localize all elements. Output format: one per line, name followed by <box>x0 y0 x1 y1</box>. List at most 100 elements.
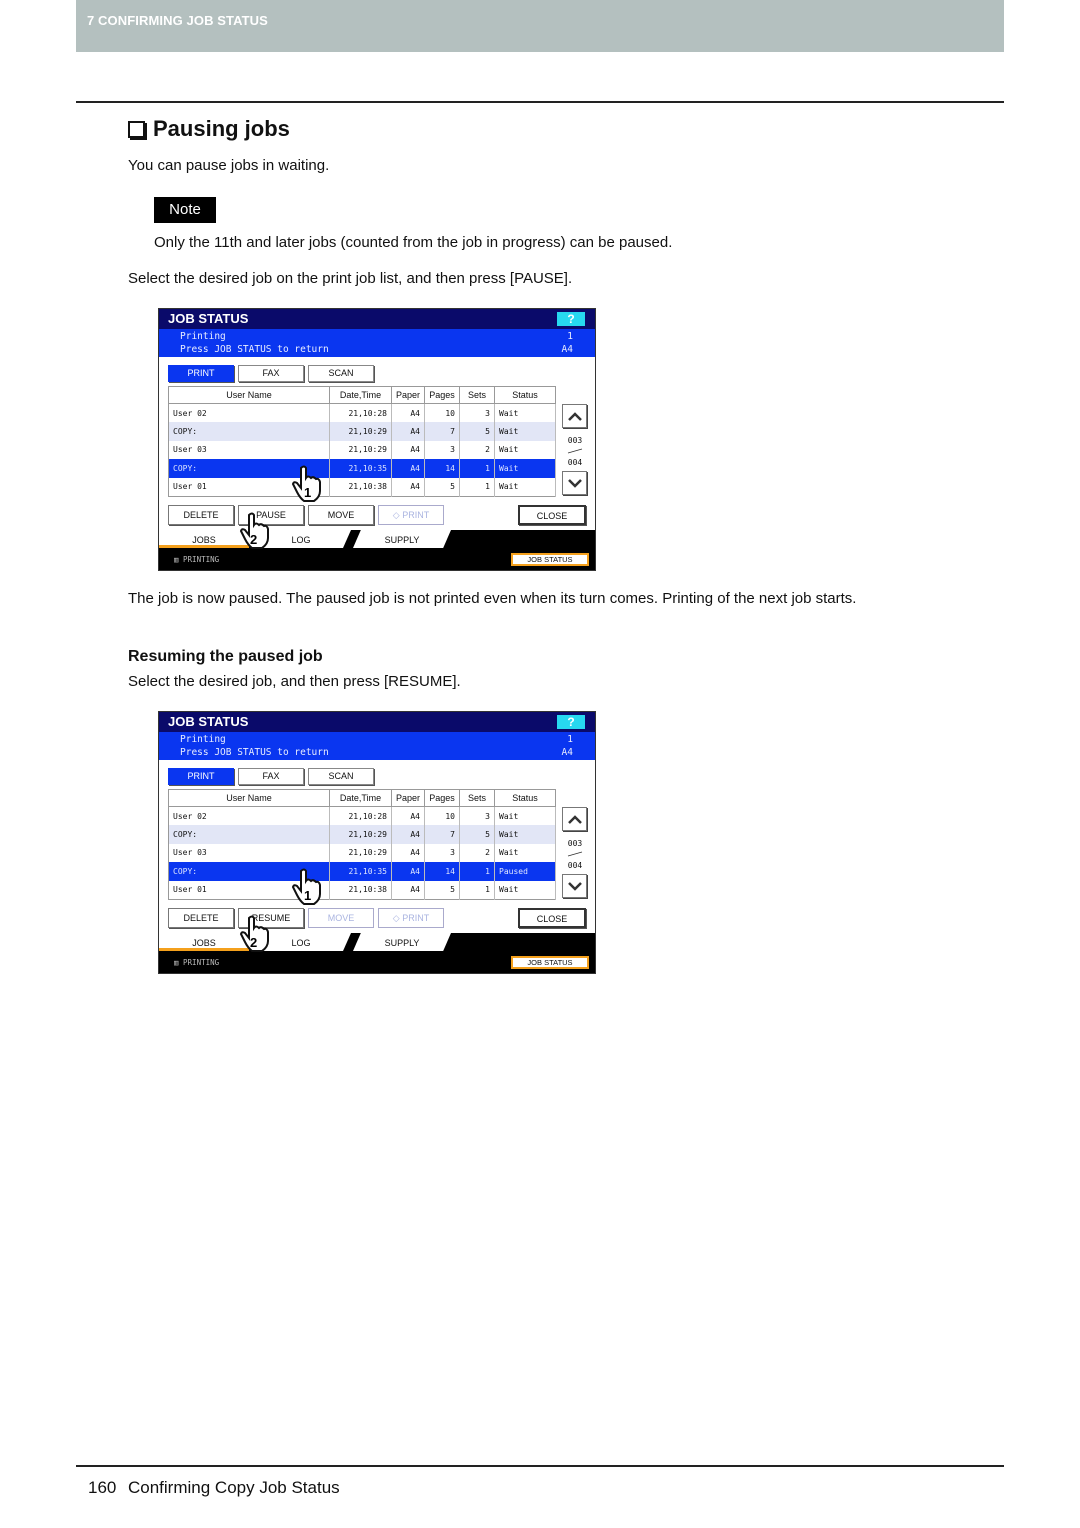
cell-user-name: COPY: <box>168 825 330 844</box>
cell-status: Wait <box>494 422 556 441</box>
job-row[interactable]: COPY: 21,10:35 A4 14 1 Wait <box>168 459 556 478</box>
cell-sets: 2 <box>459 440 495 459</box>
move-button[interactable]: MOVE <box>308 505 374 525</box>
print-label: PRINT <box>402 510 430 520</box>
cell-status: Wait <box>494 806 556 825</box>
print-button[interactable]: ◇ PRINT <box>378 908 444 928</box>
cell-paper: A4 <box>391 843 425 862</box>
tab-jobs[interactable]: JOBS <box>159 530 249 548</box>
cell-paper: A4 <box>391 459 425 478</box>
col-status: Status <box>494 386 556 404</box>
scroll-up-button[interactable] <box>562 404 587 428</box>
callout-1: 1 <box>304 888 311 903</box>
cell-status: Wait <box>494 440 556 459</box>
tab-supply[interactable]: SUPPLY <box>353 933 451 951</box>
status-count: 1 <box>567 734 573 745</box>
status-paper: A4 <box>561 344 573 355</box>
tab-print[interactable]: PRINT <box>168 768 234 785</box>
cell-date-time: 21,10:28 <box>329 806 392 825</box>
chevron-up-icon <box>567 814 582 824</box>
cell-paper: A4 <box>391 422 425 441</box>
cell-pages: 14 <box>424 459 460 478</box>
cell-date-time: 21,10:28 <box>329 403 392 422</box>
col-date-time: Date,Time <box>329 386 392 404</box>
step-resume-text: Select the desired job, and then press [… <box>128 673 461 690</box>
tab-fax[interactable]: FAX <box>238 365 304 382</box>
printer-icon: ▥ <box>174 958 184 967</box>
delete-button[interactable]: DELETE <box>168 908 234 928</box>
tab-scan[interactable]: SCAN <box>308 365 374 382</box>
tab-scan[interactable]: SCAN <box>308 768 374 785</box>
job-row[interactable]: User 02 21,10:28 A4 10 3 Wait <box>168 403 556 422</box>
tab-fax[interactable]: FAX <box>238 768 304 785</box>
step-pause-text: Select the desired job on the print job … <box>128 270 573 287</box>
panel-header: JOB STATUS ? <box>159 712 595 732</box>
cell-status: Paused <box>494 862 556 881</box>
help-button[interactable]: ? <box>557 715 585 729</box>
status-strip: Printing Press JOB STATUS to return 1 A4 <box>159 732 595 760</box>
job-status-panel-resume: JOB STATUS ? Printing Press JOB STATUS t… <box>158 711 596 974</box>
note-text: Only the 11th and later jobs (counted fr… <box>154 234 673 251</box>
print-label: PRINT <box>402 913 430 923</box>
cell-sets: 5 <box>459 422 495 441</box>
section-title: Pausing jobs <box>153 116 290 141</box>
chevron-down-icon <box>567 478 582 488</box>
job-row[interactable]: User 03 21,10:29 A4 3 2 Wait <box>168 843 556 862</box>
chevron-up-icon <box>567 411 582 421</box>
cell-date-time: 21,10:29 <box>329 843 392 862</box>
cell-status: Wait <box>494 843 556 862</box>
page-current: 003 <box>567 436 583 445</box>
job-row[interactable]: COPY: 21,10:29 A4 7 5 Wait <box>168 422 556 441</box>
chapter-header: 7 CONFIRMING JOB STATUS <box>76 0 1004 52</box>
section-heading: Pausing jobs <box>128 116 290 142</box>
cell-pages: 5 <box>424 880 460 899</box>
cell-status: Wait <box>494 403 556 422</box>
cell-sets: 3 <box>459 806 495 825</box>
status-paper: A4 <box>561 747 573 758</box>
job-row[interactable]: User 02 21,10:28 A4 10 3 Wait <box>168 806 556 825</box>
job-row[interactable]: COPY: 21,10:35 A4 14 1 Paused <box>168 862 556 881</box>
cell-date-time: 21,10:35 <box>329 459 392 478</box>
col-pages: Pages <box>424 386 460 404</box>
delete-button[interactable]: DELETE <box>168 505 234 525</box>
printer-icon: ▥ <box>174 555 184 564</box>
machine-status: PRINTING <box>183 555 220 564</box>
page-total: 004 <box>567 458 583 467</box>
job-row[interactable]: COPY: 21,10:29 A4 7 5 Wait <box>168 825 556 844</box>
tab-supply[interactable]: SUPPLY <box>353 530 451 548</box>
help-button[interactable]: ? <box>557 312 585 326</box>
callout-1: 1 <box>304 485 311 500</box>
cell-date-time: 21,10:29 <box>329 422 392 441</box>
col-sets: Sets <box>459 789 495 807</box>
scroll-down-button[interactable] <box>562 471 587 495</box>
status-count: 1 <box>567 331 573 342</box>
cell-user-name: User 02 <box>168 806 330 825</box>
status-strip: Printing Press JOB STATUS to return 1 A4 <box>159 329 595 357</box>
tab-jobs[interactable]: JOBS <box>159 933 249 951</box>
bottom-tab-bar: JOBS LOG SUPPLY <box>159 530 595 550</box>
scroll-down-button[interactable] <box>562 874 587 898</box>
job-row[interactable]: User 01 21,10:38 A4 5 1 Wait <box>168 477 556 496</box>
scroll-up-button[interactable] <box>562 807 587 831</box>
print-button[interactable]: ◇ PRINT <box>378 505 444 525</box>
panel-title: JOB STATUS <box>168 714 249 729</box>
close-button[interactable]: CLOSE <box>518 908 586 928</box>
job-row[interactable]: User 03 21,10:29 A4 3 2 Wait <box>168 440 556 459</box>
job-table: User Name Date,Time Paper Pages Sets Sta… <box>168 386 556 497</box>
bottom-divider <box>76 1465 1004 1467</box>
job-status-button[interactable]: JOB STATUS <box>511 956 589 969</box>
cell-status: Wait <box>494 825 556 844</box>
hand-pointer-icon-step1: 1 <box>291 465 321 502</box>
col-user-name: User Name <box>168 386 330 404</box>
move-button[interactable]: MOVE <box>308 908 374 928</box>
status-line-2: Press JOB STATUS to return <box>180 344 329 355</box>
cell-pages: 3 <box>424 440 460 459</box>
cell-date-time: 21,10:29 <box>329 440 392 459</box>
status-line-1: Printing <box>180 734 226 745</box>
job-row[interactable]: User 01 21,10:38 A4 5 1 Wait <box>168 880 556 899</box>
tab-print[interactable]: PRINT <box>168 365 234 382</box>
cell-sets: 3 <box>459 403 495 422</box>
close-button[interactable]: CLOSE <box>518 505 586 525</box>
cell-pages: 3 <box>424 843 460 862</box>
job-status-button[interactable]: JOB STATUS <box>511 553 589 566</box>
